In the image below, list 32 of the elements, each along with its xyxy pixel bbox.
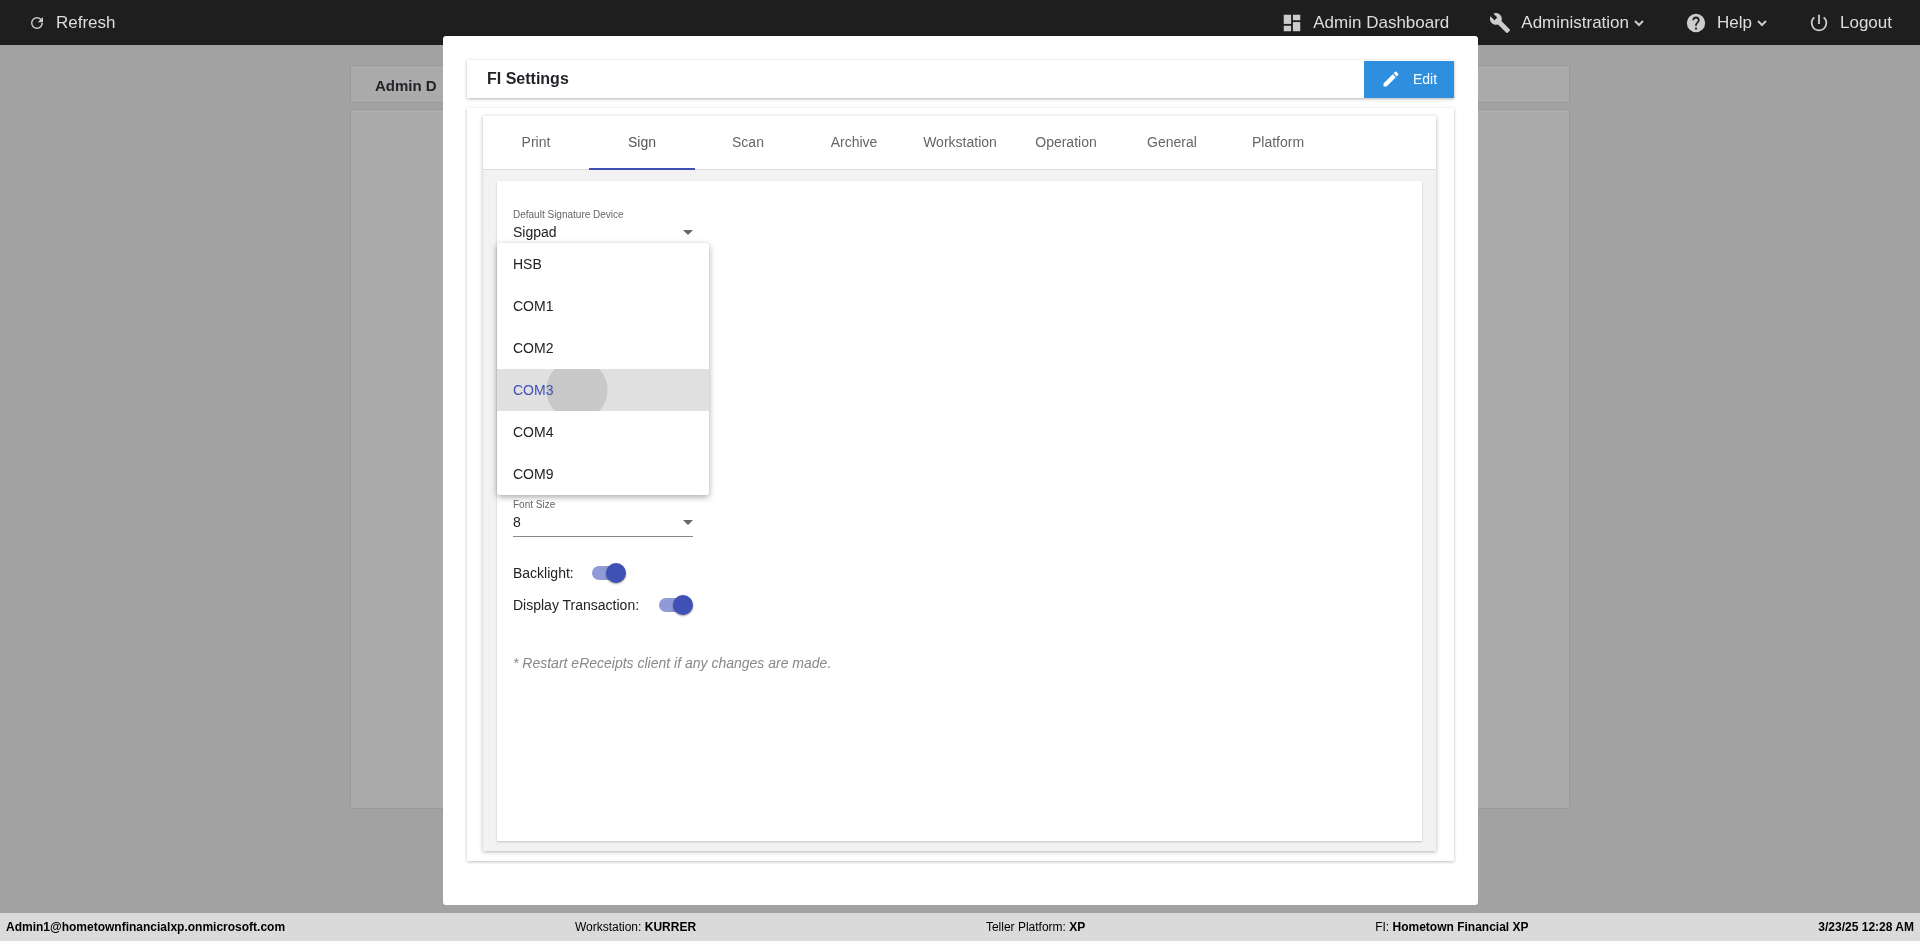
status-item: Workstation: KURRER	[574, 919, 697, 936]
nav-link[interactable]: Administration	[1489, 9, 1646, 36]
nav-link[interactable]: Help	[1685, 9, 1768, 36]
tab[interactable]: Platform	[1225, 116, 1331, 170]
tab[interactable]: Scan	[695, 116, 801, 170]
toggle-label: Backlight:	[513, 563, 574, 583]
help-icon	[1685, 11, 1708, 34]
menu-option[interactable]: COM2	[497, 327, 709, 369]
menu-option[interactable]: COM4	[497, 411, 709, 453]
dialog-title: FI Settings	[487, 69, 569, 89]
menu-option[interactable]: COM1	[497, 285, 709, 327]
menu-option[interactable]: COM3	[497, 369, 709, 411]
status-item: FI: Hometown Financial XP	[1375, 919, 1529, 936]
wrench-icon	[1489, 11, 1512, 34]
tab[interactable]: Archive	[801, 116, 907, 170]
status-item: Teller Platform: XP	[985, 919, 1086, 936]
dropdown-arrow-icon	[683, 520, 693, 525]
user-email: Admin1@hometownfinancialxp.onmicrosoft.com	[6, 919, 286, 936]
refresh-link[interactable]: Refresh	[28, 9, 116, 36]
select-field[interactable]: Font Size 8	[513, 497, 693, 537]
tab[interactable]: General	[1119, 116, 1225, 170]
date-time: 3/23/25 12:28 AM	[1818, 919, 1914, 936]
tab[interactable]: Print	[483, 116, 589, 170]
dropdown-arrow-icon	[683, 230, 693, 235]
tab[interactable]: Workstation	[907, 116, 1013, 170]
restart-note: * Restart eReceipts client if any changes are made.	[513, 654, 833, 673]
toggle-switch[interactable]	[591, 561, 628, 585]
toggle-label: Display Transaction:	[513, 595, 640, 615]
menu-option[interactable]: COM9	[497, 453, 709, 495]
nav-link[interactable]: Logout	[1808, 9, 1892, 36]
nav-link[interactable]: Admin Dashboard	[1281, 9, 1450, 36]
tab[interactable]: Operation	[1013, 116, 1119, 170]
